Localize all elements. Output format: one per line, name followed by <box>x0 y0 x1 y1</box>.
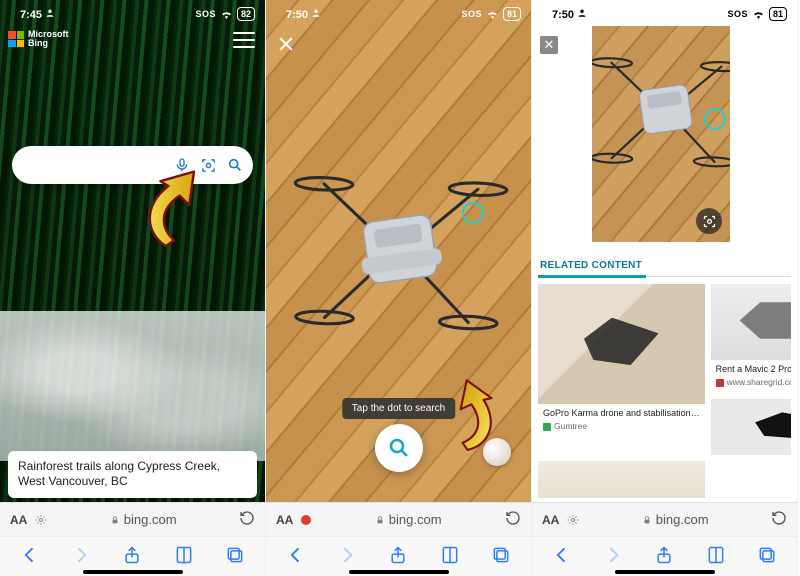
back-button[interactable] <box>552 545 572 565</box>
bing-logo-text: Microsoft Bing <box>28 30 69 49</box>
text-size-button[interactable]: AA <box>542 513 559 527</box>
battery-indicator: 81 <box>503 7 521 21</box>
home-indicator <box>349 570 449 574</box>
image-caption-card[interactable]: Rainforest trails along Cypress Creek, W… <box>8 451 257 498</box>
crop-search-button[interactable] <box>696 208 722 234</box>
favicon-icon <box>716 379 724 387</box>
wifi-icon <box>752 9 765 19</box>
wifi-icon <box>486 9 499 19</box>
safari-address-bar[interactable]: AA bing.com <box>532 502 797 536</box>
status-time: 7:45 <box>20 9 42 21</box>
close-button[interactable]: ✕ <box>540 36 558 54</box>
status-bar: 7:50 SOS 81 <box>266 0 531 26</box>
status-bar: 7:45 SOS 82 <box>0 0 265 26</box>
visual-search-shutter-button[interactable] <box>375 424 423 472</box>
tabs-button[interactable] <box>757 545 777 565</box>
home-indicator <box>83 570 183 574</box>
profile-icon <box>311 8 321 18</box>
result-thumbnail <box>711 284 791 360</box>
forward-button[interactable] <box>603 545 623 565</box>
query-image-area: ✕ <box>532 0 797 256</box>
safari-address-bar[interactable]: AA bing.com <box>0 502 265 536</box>
search-icon[interactable] <box>227 157 243 173</box>
url-domain: bing.com <box>656 512 709 527</box>
forward-button[interactable] <box>337 545 357 565</box>
page-settings-icon[interactable] <box>567 514 579 526</box>
snow-foreground <box>0 311 265 461</box>
tabs-button[interactable] <box>225 545 245 565</box>
tab-underline <box>538 276 791 277</box>
lock-icon <box>642 514 652 526</box>
results-grid: GoPro Karma drone and stabilisation… Gum… <box>538 284 791 498</box>
bookmarks-button[interactable] <box>174 545 194 565</box>
result-card[interactable] <box>538 461 705 498</box>
lock-icon <box>110 514 120 526</box>
result-title: Rent a Mavic 2 Pro Pro Kit + FAA Li… <box>716 364 791 375</box>
status-bar: 7:50 SOS 81 <box>532 0 797 26</box>
reload-button[interactable] <box>239 510 255 529</box>
screen-visual-search-results: 7:50 SOS 81 ✕ <box>532 0 798 576</box>
text-size-button[interactable]: AA <box>276 513 293 527</box>
result-source: Gumtree <box>554 421 587 432</box>
url-domain: bing.com <box>124 512 177 527</box>
favicon-icon <box>543 423 551 431</box>
reload-button[interactable] <box>505 510 521 529</box>
drone-subject <box>282 126 516 364</box>
related-content-header: RELATED CONTENT <box>540 260 642 271</box>
share-button[interactable] <box>122 545 142 565</box>
drone-subject <box>592 26 730 189</box>
screen-bing-home: 7:45 SOS 82 Microsoft Bing <box>0 0 266 576</box>
result-card[interactable]: GoPro Karma drone and stabilisation… Gum… <box>538 284 705 455</box>
result-card[interactable]: Rent a Mavic 2 Pro Pro Kit + FAA Li… www… <box>711 284 791 393</box>
result-thumbnail <box>711 399 791 455</box>
microsoft-logo-icon <box>8 31 24 47</box>
url-domain: bing.com <box>389 512 442 527</box>
text-size-button[interactable]: AA <box>10 513 27 527</box>
result-thumbnail <box>538 461 705 498</box>
caption-text: Rainforest trails along Cypress Creek, W… <box>18 459 220 489</box>
profile-icon <box>45 8 55 18</box>
status-time: 7:50 <box>552 9 574 21</box>
query-image[interactable] <box>592 26 730 242</box>
back-button[interactable] <box>20 545 40 565</box>
annotation-arrow <box>130 170 210 250</box>
screen-visual-search-camera: 7:50 SOS 81 <box>266 0 532 576</box>
result-source: www.sharegrid.com <box>727 377 791 388</box>
lock-icon <box>375 514 385 526</box>
bookmarks-button[interactable] <box>706 545 726 565</box>
share-button[interactable] <box>388 545 408 565</box>
profile-icon <box>577 8 587 18</box>
menu-button[interactable] <box>233 32 255 48</box>
camera-recording-indicator <box>301 515 311 525</box>
share-button[interactable] <box>654 545 674 565</box>
bookmarks-button[interactable] <box>440 545 460 565</box>
result-thumbnail <box>538 284 705 404</box>
close-button[interactable] <box>276 34 296 54</box>
battery-indicator: 82 <box>237 7 255 21</box>
forward-button[interactable] <box>71 545 91 565</box>
result-title: GoPro Karma drone and stabilisation… <box>543 408 700 419</box>
page-settings-icon[interactable] <box>35 514 47 526</box>
result-card[interactable] <box>711 399 791 455</box>
safari-address-bar[interactable]: AA bing.com <box>266 502 531 536</box>
status-time: 7:50 <box>286 9 308 21</box>
sos-label: SOS <box>195 9 216 19</box>
wifi-icon <box>220 9 233 19</box>
sos-label: SOS <box>461 9 482 19</box>
reload-button[interactable] <box>771 510 787 529</box>
back-button[interactable] <box>286 545 306 565</box>
bing-logo[interactable]: Microsoft Bing <box>8 30 69 49</box>
tabs-button[interactable] <box>491 545 511 565</box>
battery-indicator: 81 <box>769 7 787 21</box>
home-indicator <box>615 570 715 574</box>
sos-label: SOS <box>727 9 748 19</box>
